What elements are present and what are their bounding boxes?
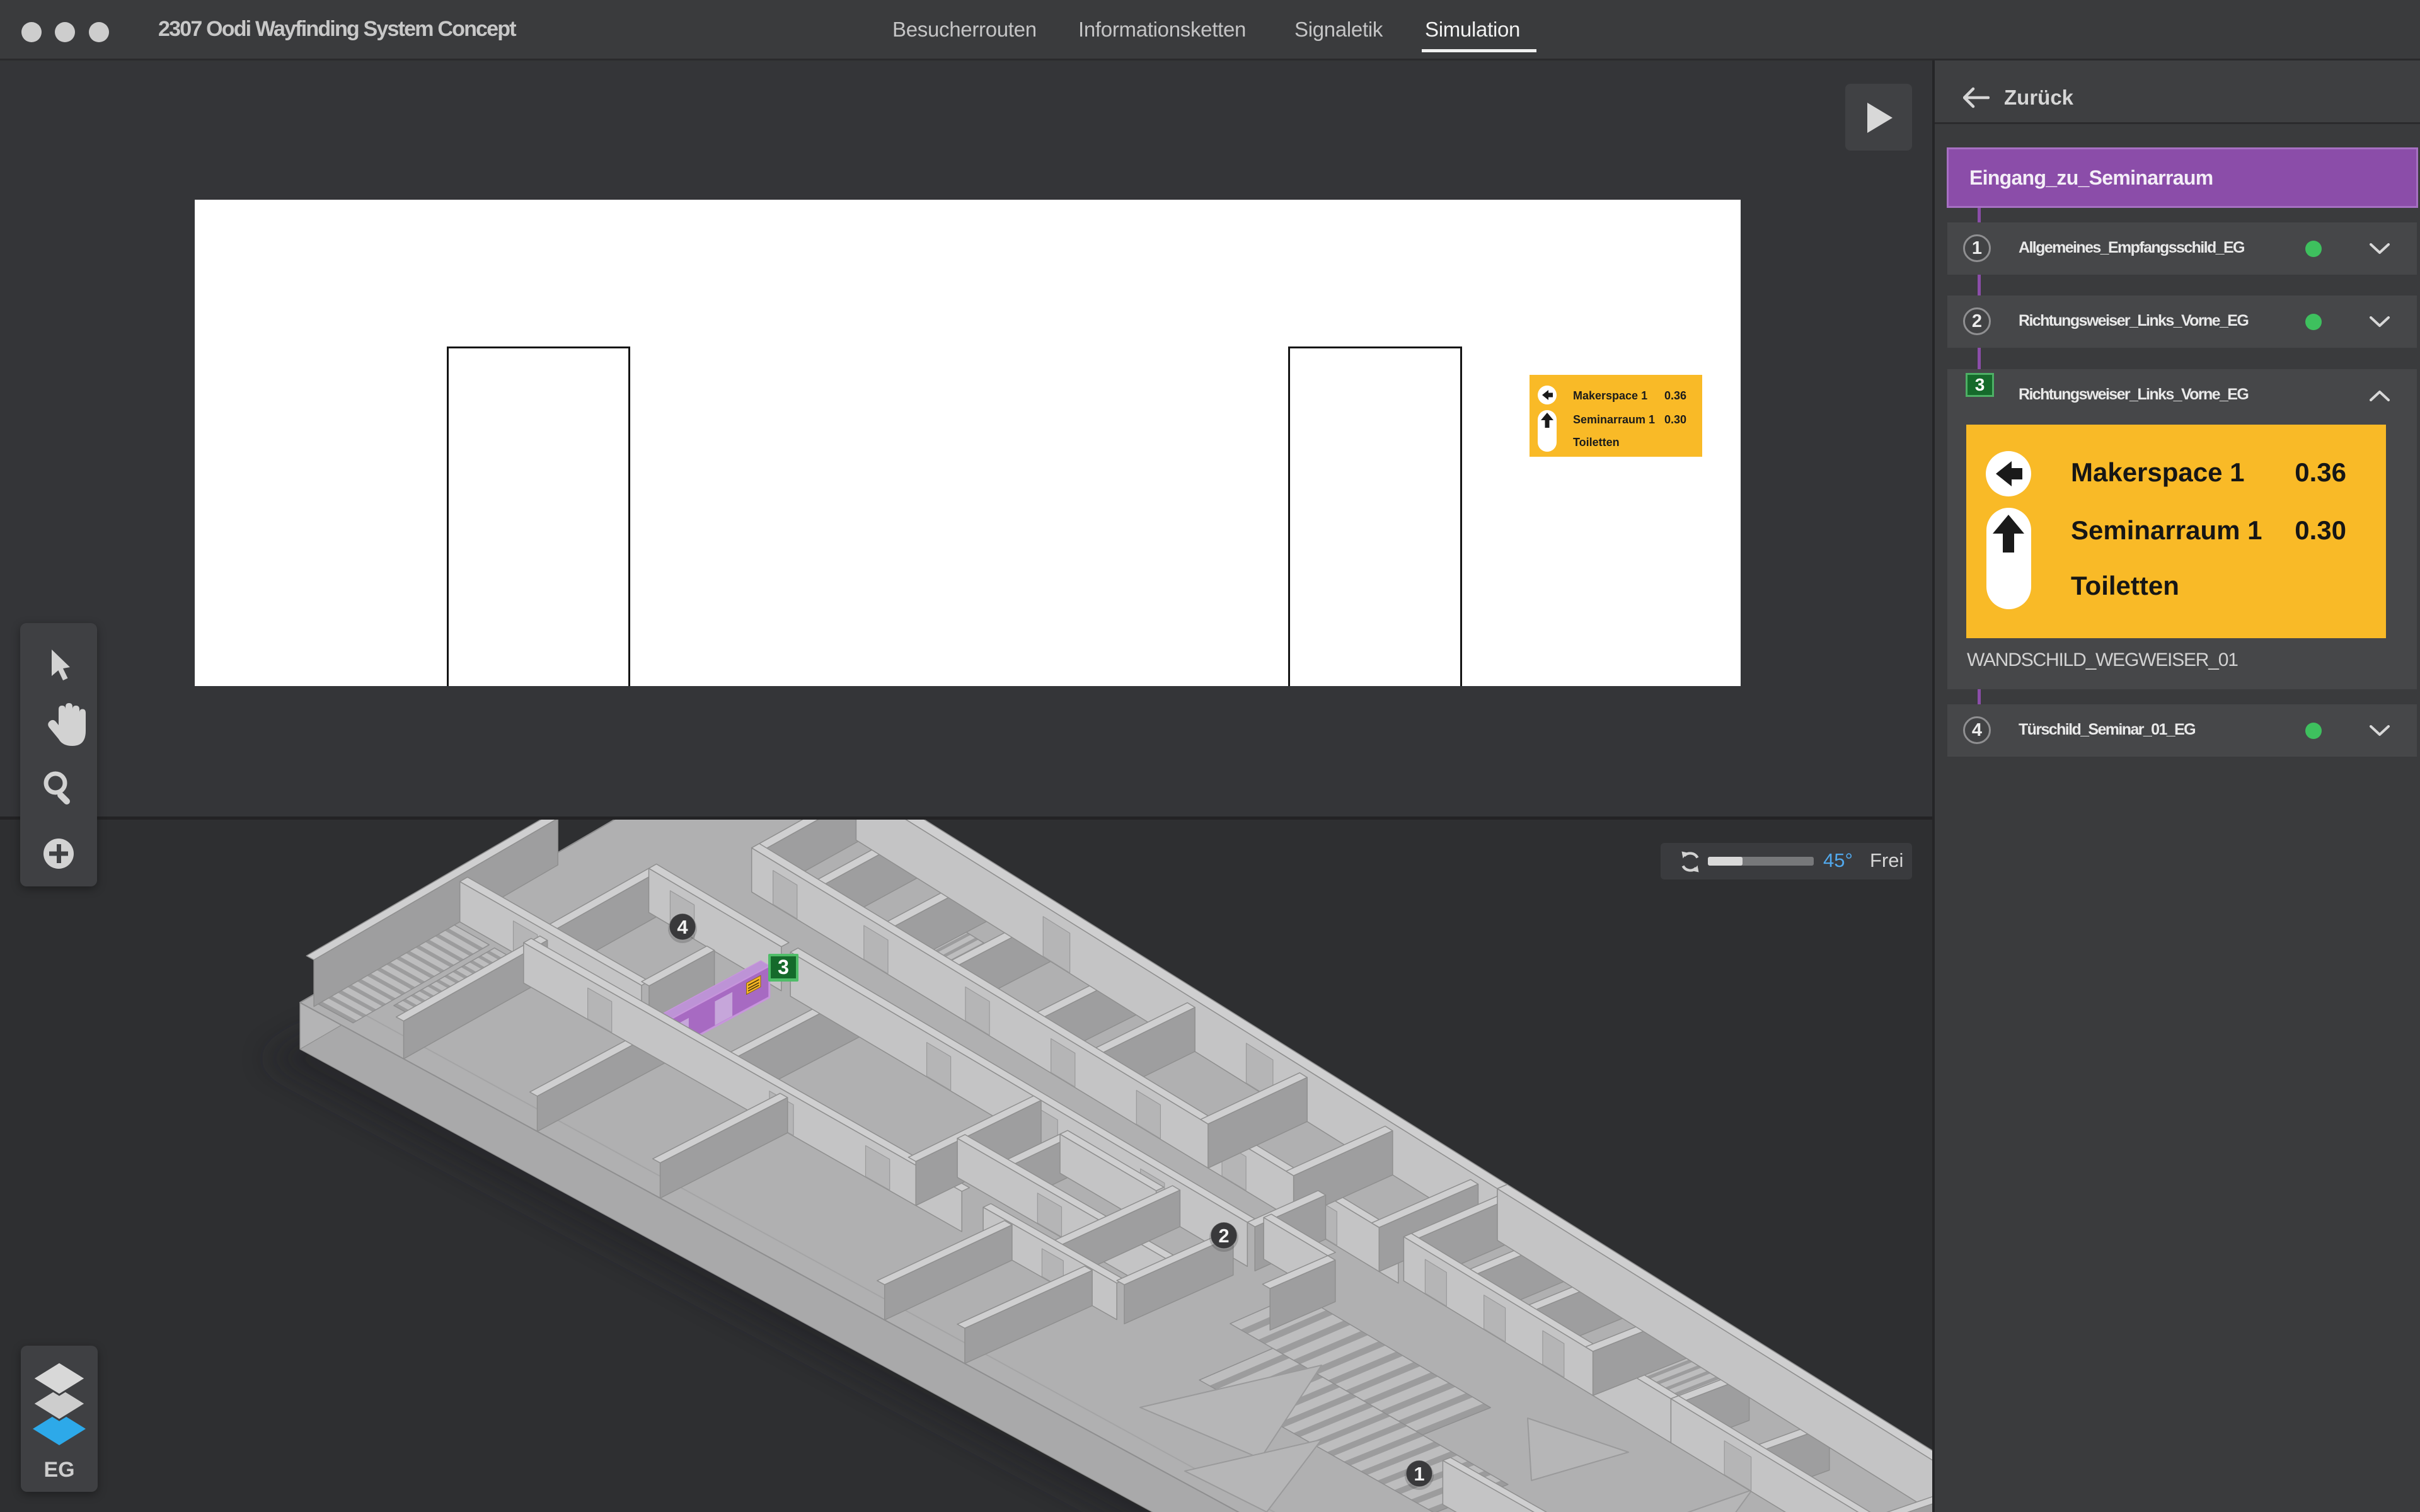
svg-text:0.36: 0.36 — [2295, 457, 2346, 487]
svg-text:Toiletten: Toiletten — [2071, 571, 2179, 600]
svg-text:0.36: 0.36 — [1664, 389, 1686, 402]
svg-text:0.30: 0.30 — [1664, 413, 1686, 426]
svg-text:0.30: 0.30 — [2295, 515, 2346, 545]
svg-text:Makerspace 1: Makerspace 1 — [1573, 389, 1647, 402]
svg-text:Seminarraum 1: Seminarraum 1 — [2071, 515, 2262, 545]
svg-text:1: 1 — [1414, 1463, 1424, 1485]
svg-text:Seminarraum 1: Seminarraum 1 — [1573, 413, 1655, 426]
svg-text:3: 3 — [778, 956, 789, 978]
svg-text:4: 4 — [677, 916, 688, 938]
svg-text:2: 2 — [1218, 1225, 1229, 1247]
svg-text:Makerspace 1: Makerspace 1 — [2071, 457, 2245, 487]
svg-text:Toiletten: Toiletten — [1573, 436, 1620, 449]
